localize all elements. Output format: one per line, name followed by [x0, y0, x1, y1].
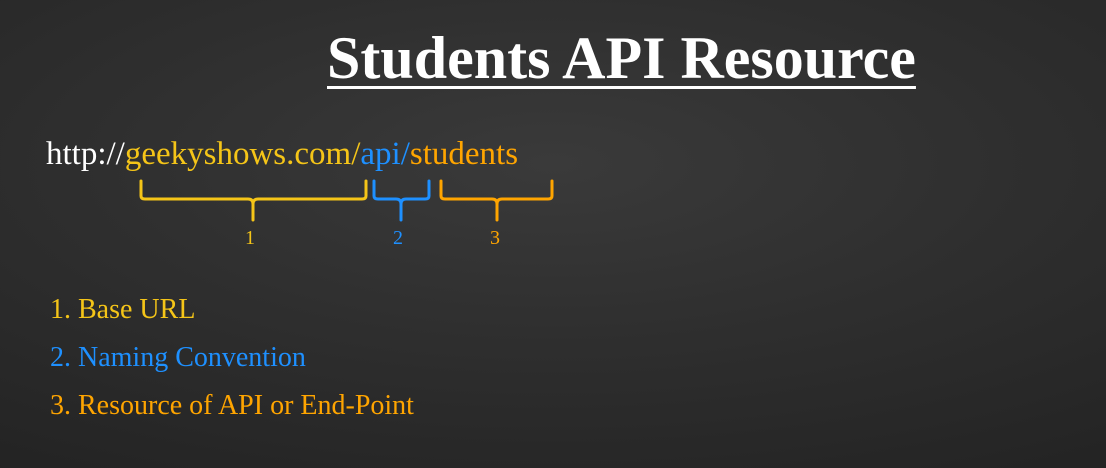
legend-item-base-url: 1. Base URL	[50, 294, 196, 325]
legend-item-naming-convention: 2. Naming Convention	[50, 342, 306, 373]
legend-item-resource: 3. Resource of API or End-Point	[50, 390, 414, 421]
slide: Students API Resource http://geekyshows.…	[0, 0, 1106, 468]
url-protocol: http://	[46, 136, 125, 172]
legend-list: 1. Base URL 2. Naming Convention 3. Reso…	[50, 286, 414, 430]
brace-3-icon	[439, 179, 554, 222]
url-line: http://geekyshows.com/api/students	[46, 134, 518, 174]
brace-1-label: 1	[245, 227, 255, 249]
brace-2-label: 2	[393, 227, 403, 249]
brace-2-icon	[372, 179, 431, 222]
brace-1-icon	[139, 179, 368, 222]
url-naming: api/	[360, 136, 410, 172]
slide-title: Students API Resource	[327, 25, 916, 91]
url-base: geekyshows.com/	[124, 136, 361, 172]
url-resource: students	[409, 136, 519, 172]
brace-3-label: 3	[490, 227, 500, 249]
